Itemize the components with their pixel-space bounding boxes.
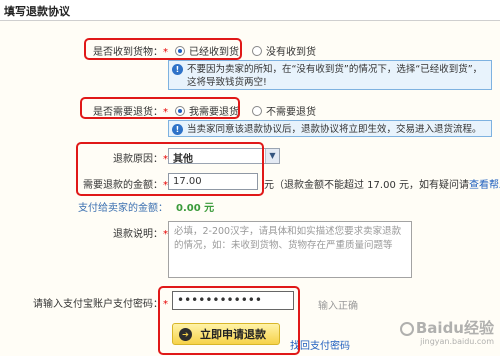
return-goods-label: 是否需要退货：* xyxy=(93,107,168,118)
received-yes-label: 已经收到货 xyxy=(189,47,239,58)
return-yes-label: 我需要退货 xyxy=(189,107,239,118)
password-hint: 输入正确 xyxy=(318,301,358,312)
received-notice: ! 不要因为卖家的所知，在“没有收到货”的情况下，选择“已经收到货”，这将导致钱… xyxy=(168,60,492,90)
find-password-link[interactable]: 找回支付密码 xyxy=(290,337,350,352)
arrow-right-icon: ➔ xyxy=(179,327,192,341)
submit-refund-button[interactable]: ➔ 立即申请退款 xyxy=(172,323,280,345)
info-icon: ! xyxy=(172,64,183,75)
received-no-option[interactable]: 没有收到货 xyxy=(252,43,316,58)
return-notice: ! 当卖家同意该退款协议后，退款协议将立即生效，交易进入退货流程。 xyxy=(168,120,492,137)
refund-amount-label: 需要退款的金额：* xyxy=(83,180,168,191)
chevron-down-icon[interactable]: ▼ xyxy=(265,149,279,163)
received-notice-text: 不要因为卖家的所知，在“没有收到货”的情况下，选择“已经收到货”，这将导致钱货两… xyxy=(187,64,483,88)
submit-refund-label: 立即申请退款 xyxy=(200,328,266,341)
radio-checked-icon[interactable] xyxy=(175,45,185,56)
return-no-option[interactable]: 不需要退货 xyxy=(252,103,316,118)
return-notice-text: 当卖家同意该退款协议后，退款协议将立即生效，交易进入退货流程。 xyxy=(187,124,482,135)
help-link[interactable]: 查看帮助 xyxy=(469,180,500,191)
refund-reason-value: 其他 xyxy=(173,154,193,165)
watermark-logo-icon xyxy=(399,321,414,336)
radio-unchecked-icon[interactable] xyxy=(252,105,262,116)
watermark-text: Baidu经验 xyxy=(415,319,494,337)
refund-amount-input[interactable]: 17.00 xyxy=(168,173,258,190)
page-title: 填写退款协议 xyxy=(4,5,70,18)
received-no-label: 没有收到货 xyxy=(266,47,316,58)
description-textarea[interactable]: 必填，2-200汉字，请具体和如实描述您要求卖家退款的情况，如：未收到货物、货物… xyxy=(168,221,412,278)
radio-unchecked-icon[interactable] xyxy=(252,45,262,56)
description-label: 退款说明：* xyxy=(113,229,168,240)
return-no-label: 不需要退货 xyxy=(266,107,316,118)
received-yes-option[interactable]: 已经收到货 xyxy=(175,43,239,58)
info-icon: ! xyxy=(172,124,183,135)
password-label: 请输入支付宝账户支付密码：* xyxy=(33,299,168,310)
seller-amount-label: 支付给卖家的金额： xyxy=(78,203,168,214)
password-input[interactable]: •••••••••••• xyxy=(172,291,294,310)
radio-checked-icon[interactable] xyxy=(175,105,185,116)
return-yes-option[interactable]: 我需要退货 xyxy=(175,103,239,118)
refund-amount-note: 元（退款金额不能超过 17.00 元，如有疑问请查看帮助） xyxy=(264,176,500,191)
seller-amount-value: 0.00 元 xyxy=(176,203,215,214)
refund-reason-select[interactable]: 其他 ▼ xyxy=(168,148,280,165)
refund-reason-label: 退款原因：* xyxy=(113,154,168,165)
received-goods-label: 是否收到货物：* xyxy=(93,47,168,58)
watermark: Baidu经验 jingyan.baidu.com xyxy=(399,317,494,346)
watermark-subtext: jingyan.baidu.com xyxy=(420,337,494,346)
